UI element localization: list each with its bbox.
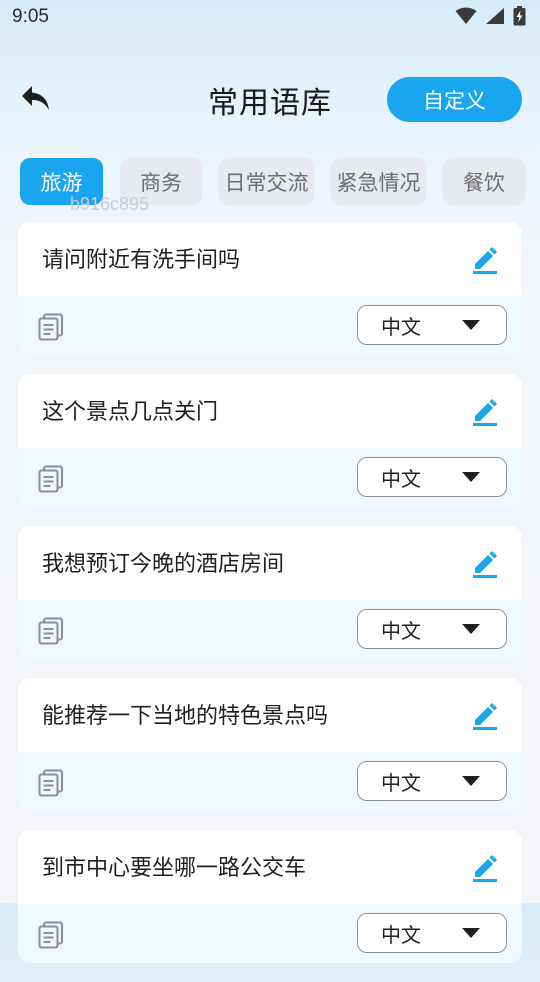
edit-button[interactable] (470, 396, 500, 426)
language-dropdown[interactable]: 中文 (357, 761, 507, 801)
edit-button[interactable] (470, 852, 500, 882)
copy-button[interactable] (38, 921, 66, 951)
phrase-card-footer: 中文 (18, 904, 522, 963)
copy-document-icon (38, 921, 63, 949)
phrase-text: 这个景点几点关门 (42, 400, 219, 425)
phrase-list: 请问附近有洗手间吗 中文 这个景点几点关门 中文 我想预订今晚的酒店房间 中文 … (18, 222, 522, 982)
pencil-edit-icon (473, 551, 497, 578)
phrase-text: 我想预订今晚的酒店房间 (42, 552, 285, 577)
edit-button[interactable] (470, 244, 500, 274)
phrase-card: 到市中心要坐哪一路公交车 中文 (18, 830, 522, 963)
copy-button[interactable] (38, 769, 66, 799)
edit-button[interactable] (470, 700, 500, 730)
phrase-text: 到市中心要坐哪一路公交车 (42, 856, 307, 881)
header: 常用语库 自定义 (0, 66, 540, 134)
phrase-text: 请问附近有洗手间吗 (42, 248, 241, 273)
caret-down-icon (462, 624, 480, 634)
phrase-card-footer: 中文 (18, 752, 522, 811)
phrase-card: 能推荐一下当地的特色景点吗 中文 (18, 678, 522, 811)
copy-button[interactable] (38, 617, 66, 647)
cell-signal-icon (486, 8, 504, 24)
phrase-card-header: 这个景点几点关门 (18, 374, 522, 448)
status-time: 9:05 (12, 6, 49, 27)
phrase-card-header: 我想预订今晚的酒店房间 (18, 526, 522, 600)
language-label: 中文 (381, 922, 421, 947)
phrase-card-footer: 中文 (18, 296, 522, 355)
status-icons (455, 6, 526, 26)
tab-emergency[interactable]: 紧急情况 (331, 158, 426, 205)
language-dropdown[interactable]: 中文 (357, 609, 507, 649)
edit-button[interactable] (470, 548, 500, 578)
copy-document-icon (38, 769, 63, 797)
customize-button[interactable]: 自定义 (387, 77, 522, 122)
phrase-text: 能推荐一下当地的特色景点吗 (42, 704, 329, 729)
phrase-card-header: 能推荐一下当地的特色景点吗 (18, 678, 522, 752)
status-bar: 9:05 (0, 0, 540, 36)
phrase-card: 这个景点几点关门 中文 (18, 374, 522, 507)
watermark: b916c895 (70, 194, 150, 214)
copy-button[interactable] (38, 465, 66, 495)
phrase-card-header: 请问附近有洗手间吗 (18, 222, 522, 296)
caret-down-icon (462, 928, 480, 938)
phrase-card-footer: 中文 (18, 448, 522, 507)
phrase-card-footer: 中文 (18, 600, 522, 659)
pencil-edit-icon (473, 399, 497, 426)
language-dropdown[interactable]: 中文 (357, 305, 507, 345)
language-dropdown[interactable]: 中文 (357, 913, 507, 953)
language-label: 中文 (381, 770, 421, 795)
language-label: 中文 (381, 314, 421, 339)
tab-daily-communication[interactable]: 日常交流 (219, 158, 314, 205)
language-label: 中文 (381, 618, 421, 643)
phrase-card: 请问附近有洗手间吗 中文 (18, 222, 522, 355)
wifi-icon (455, 7, 477, 24)
copy-document-icon (38, 617, 63, 645)
battery-charging-icon (513, 6, 526, 26)
copy-document-icon (38, 313, 63, 341)
caret-down-icon (462, 472, 480, 482)
caret-down-icon (462, 776, 480, 786)
language-label: 中文 (381, 466, 421, 491)
copy-document-icon (38, 465, 63, 493)
phrase-card-header: 到市中心要坐哪一路公交车 (18, 830, 522, 904)
language-dropdown[interactable]: 中文 (357, 457, 507, 497)
pencil-edit-icon (473, 855, 497, 882)
pencil-edit-icon (473, 247, 497, 274)
pencil-edit-icon (473, 703, 497, 730)
phrase-card: 我想预订今晚的酒店房间 中文 (18, 526, 522, 659)
copy-button[interactable] (38, 313, 66, 343)
tab-dining[interactable]: 餐饮 (443, 158, 525, 205)
caret-down-icon (462, 320, 480, 330)
